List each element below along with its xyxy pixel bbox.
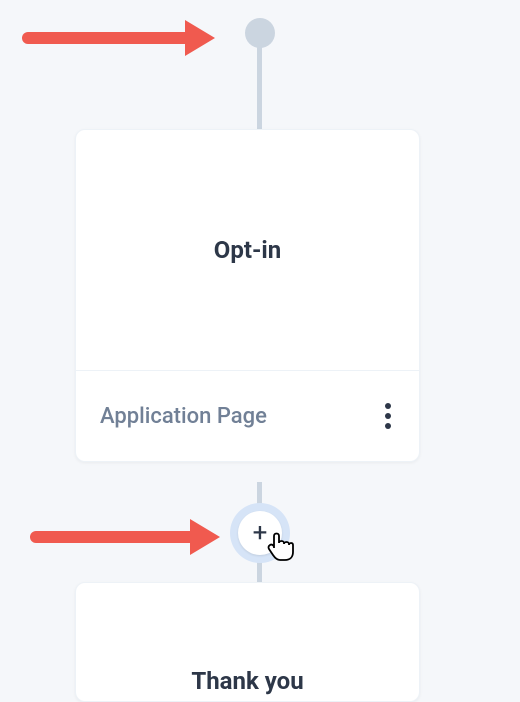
flow-card-optin[interactable]: Opt-in Application Page	[75, 129, 420, 462]
start-node[interactable]	[245, 18, 275, 48]
more-menu-icon[interactable]	[381, 399, 395, 433]
card-footer: Application Page	[76, 370, 419, 461]
arrow-shaft	[30, 531, 192, 543]
flow-card-thankyou[interactable]: Thank you	[75, 582, 420, 702]
card-body: Thank you	[76, 583, 419, 701]
card-footer-label: Application Page	[100, 404, 267, 429]
add-node-halo: +	[230, 503, 290, 563]
card-title: Thank you	[191, 667, 303, 695]
annotation-arrow-top	[22, 20, 215, 56]
connector-line-top	[257, 43, 262, 133]
arrow-shaft	[22, 32, 187, 44]
card-title: Opt-in	[214, 236, 281, 264]
annotation-arrow-mid	[30, 519, 220, 555]
arrow-head-icon	[185, 20, 215, 56]
plus-icon: +	[253, 520, 268, 546]
card-body: Opt-in	[76, 130, 419, 370]
add-step-button[interactable]: +	[238, 511, 282, 555]
arrow-head-icon	[190, 519, 220, 555]
